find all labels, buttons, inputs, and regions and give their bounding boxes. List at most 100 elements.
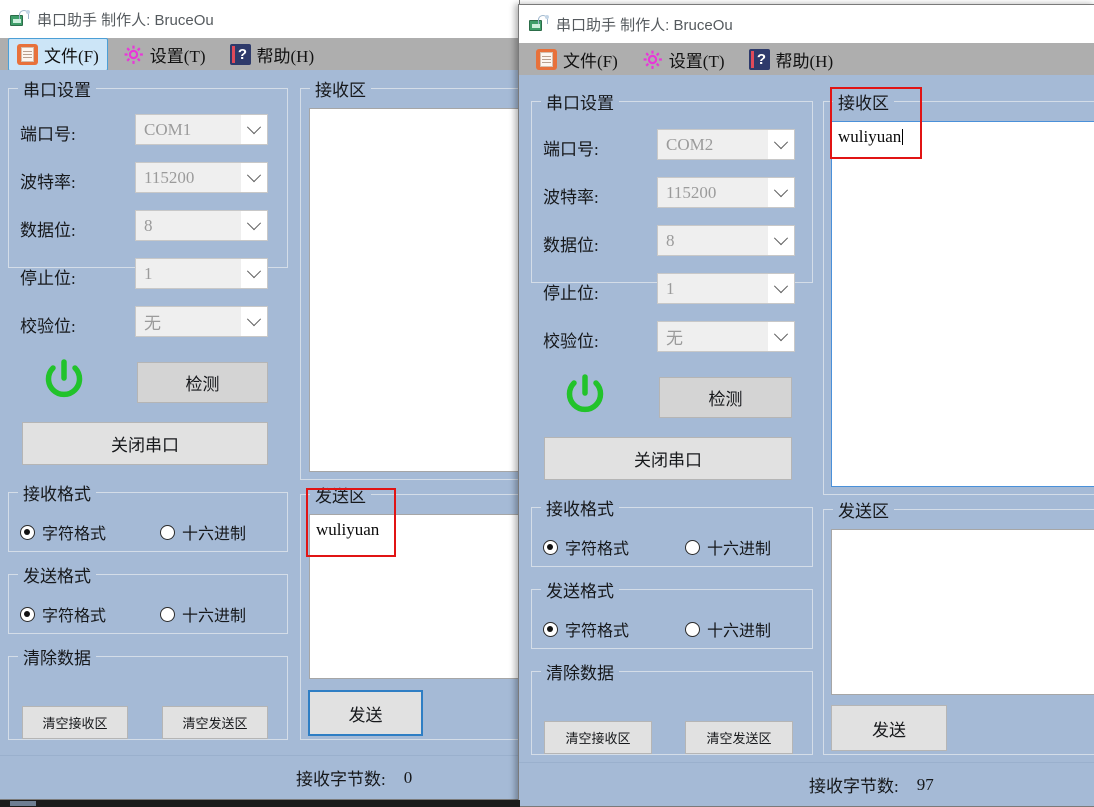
chevron-down-icon[interactable] xyxy=(768,130,794,159)
recv-format-char-radio-left[interactable]: 字符格式 xyxy=(20,520,150,544)
clear-send-button-left[interactable]: 清空发送区 xyxy=(162,706,268,739)
gear-icon xyxy=(123,44,144,65)
send-textarea-left[interactable]: wuliyuan xyxy=(309,514,520,679)
clear-recv-button-right[interactable]: 清空接收区 xyxy=(544,721,652,754)
send-format-char-label-left: 字符格式 xyxy=(42,602,106,626)
chevron-down-icon[interactable] xyxy=(241,163,267,192)
window-title-right: 串口助手 制作人: BruceOu xyxy=(556,14,733,35)
send-format-legend-right: 发送格式 xyxy=(541,577,619,602)
recv-format-legend-right: 接收格式 xyxy=(541,495,619,520)
send-format-char-label-right: 字符格式 xyxy=(565,617,629,641)
stopbits-label-right: 停止位: xyxy=(543,279,599,304)
recv-format-radios-right[interactable]: 字符格式 十六进制 xyxy=(543,535,805,559)
baud-combobox-right[interactable]: 115200 xyxy=(657,177,795,208)
chevron-down-icon[interactable] xyxy=(241,211,267,240)
send-textarea-right[interactable] xyxy=(831,529,1094,695)
send-button-right[interactable]: 发送 xyxy=(831,705,947,751)
power-status-icon-left[interactable] xyxy=(40,356,88,404)
recv-textarea-right[interactable]: wuliyuan xyxy=(831,121,1094,487)
send-format-char-radio-left[interactable]: 字符格式 xyxy=(20,602,150,626)
radio-selected-icon xyxy=(543,622,558,637)
stopbits-combobox-right[interactable]: 1 xyxy=(657,273,795,304)
client-area-left: 串口设置 端口号: 波特率: 数据位: 停止位: 校验位: COM1 11520… xyxy=(0,70,519,799)
text-caret-icon xyxy=(902,129,903,145)
menubar-left[interactable]: 文件(F) 设置(T) ? 帮助(H) xyxy=(0,38,519,70)
chevron-down-icon[interactable] xyxy=(768,226,794,255)
serial-assistant-window-right[interactable]: 串口助手 制作人: BruceOu 文件(F) 设置( xyxy=(518,4,1094,807)
file-icon xyxy=(17,44,38,65)
serial-settings-legend-right: 串口设置 xyxy=(541,89,619,114)
stopbits-combobox-value-right: 1 xyxy=(658,279,768,299)
databits-combobox-left[interactable]: 8 xyxy=(135,210,268,241)
desktop-screen: 串口助手 制作人: BruceOu 文件(F) 设置( xyxy=(0,0,1094,807)
serial-assistant-window-left[interactable]: 串口助手 制作人: BruceOu 文件(F) 设置( xyxy=(0,0,520,800)
power-status-icon-right[interactable] xyxy=(561,371,609,419)
port-label-left: 端口号: xyxy=(20,120,76,145)
send-format-hex-label-right: 十六进制 xyxy=(707,617,771,641)
clear-recv-button-left[interactable]: 清空接收区 xyxy=(22,706,128,739)
detect-button-label-left: 检测 xyxy=(186,370,220,395)
clear-send-button-right[interactable]: 清空发送区 xyxy=(685,721,793,754)
send-format-hex-label-left: 十六进制 xyxy=(182,602,246,626)
chevron-down-icon[interactable] xyxy=(768,274,794,303)
radio-selected-icon xyxy=(20,607,35,622)
databits-label-left: 数据位: xyxy=(20,216,76,241)
statusbar-right: 接收字节数: 97 xyxy=(519,762,1094,806)
recv-textarea-left[interactable] xyxy=(309,108,520,472)
send-format-radios-right[interactable]: 字符格式 十六进制 xyxy=(543,617,805,641)
clear-recv-button-label-right: 清空接收区 xyxy=(565,728,630,747)
parity-label-left: 校验位: xyxy=(20,312,76,337)
titlebar-left[interactable]: 串口助手 制作人: BruceOu xyxy=(0,0,519,38)
menu-item-help-left[interactable]: ? 帮助(H) xyxy=(221,38,324,71)
menu-item-settings-left[interactable]: 设置(T) xyxy=(114,38,215,71)
radio-unselected-icon xyxy=(160,607,175,622)
serial-settings-legend-left: 串口设置 xyxy=(18,76,96,101)
recv-format-char-radio-right[interactable]: 字符格式 xyxy=(543,535,675,559)
databits-label-right: 数据位: xyxy=(543,231,599,256)
menu-item-settings-label: 设置(T) xyxy=(150,42,206,67)
send-format-radios-left[interactable]: 字符格式 十六进制 xyxy=(20,602,280,626)
menubar-right[interactable]: 文件(F) 设置(T) ? 帮助(H) xyxy=(519,43,1094,75)
chevron-down-icon[interactable] xyxy=(768,178,794,207)
chevron-down-icon[interactable] xyxy=(241,259,267,288)
parity-combobox-value-left: 无 xyxy=(136,309,241,334)
titlebar-right[interactable]: 串口助手 制作人: BruceOu xyxy=(519,5,1094,43)
close-serial-button-right[interactable]: 关闭串口 xyxy=(544,437,792,480)
menu-item-help-right[interactable]: ? 帮助(H) xyxy=(740,43,843,76)
send-format-hex-radio-left[interactable]: 十六进制 xyxy=(160,602,246,626)
menu-item-file-right[interactable]: 文件(F) xyxy=(527,43,627,76)
port-combobox-value-right: COM2 xyxy=(658,135,768,155)
send-area-legend-left: 发送区 xyxy=(310,482,371,507)
recv-format-hex-radio-left[interactable]: 十六进制 xyxy=(160,520,246,544)
detect-button-left[interactable]: 检测 xyxy=(137,362,268,403)
recv-format-hex-radio-right[interactable]: 十六进制 xyxy=(685,535,771,559)
recv-format-hex-label-left: 十六进制 xyxy=(182,520,246,544)
close-serial-button-left[interactable]: 关闭串口 xyxy=(22,422,268,465)
detect-button-right[interactable]: 检测 xyxy=(659,377,792,418)
chevron-down-icon[interactable] xyxy=(768,322,794,351)
port-combobox-right[interactable]: COM2 xyxy=(657,129,795,160)
menu-item-file-left[interactable]: 文件(F) xyxy=(8,38,108,71)
menu-item-file-label: 文件(F) xyxy=(44,42,99,67)
recv-format-radios-left[interactable]: 字符格式 十六进制 xyxy=(20,520,280,544)
stopbits-combobox-left[interactable]: 1 xyxy=(135,258,268,289)
recv-bytes-count-left: 0 xyxy=(404,768,413,788)
send-format-hex-radio-right[interactable]: 十六进制 xyxy=(685,617,771,641)
menu-item-settings-right[interactable]: 设置(T) xyxy=(633,43,734,76)
parity-combobox-right[interactable]: 无 xyxy=(657,321,795,352)
client-area-right: 串口设置 端口号: 波特率: 数据位: 停止位: 校验位: COM2 11520… xyxy=(519,83,1094,806)
chevron-down-icon[interactable] xyxy=(241,115,267,144)
parity-combobox-left[interactable]: 无 xyxy=(135,306,268,337)
port-combobox-left[interactable]: COM1 xyxy=(135,114,268,145)
send-format-char-radio-right[interactable]: 字符格式 xyxy=(543,617,675,641)
send-button-label-right: 发送 xyxy=(872,716,906,741)
chevron-down-icon[interactable] xyxy=(241,307,267,336)
baud-combobox-left[interactable]: 115200 xyxy=(135,162,268,193)
detect-button-label-right: 检测 xyxy=(709,385,743,410)
stopbits-label-left: 停止位: xyxy=(20,264,76,289)
help-icon: ? xyxy=(230,44,251,65)
radio-unselected-icon xyxy=(160,525,175,540)
send-button-left[interactable]: 发送 xyxy=(308,690,423,736)
databits-combobox-right[interactable]: 8 xyxy=(657,225,795,256)
clear-data-legend-left: 清除数据 xyxy=(18,644,96,669)
